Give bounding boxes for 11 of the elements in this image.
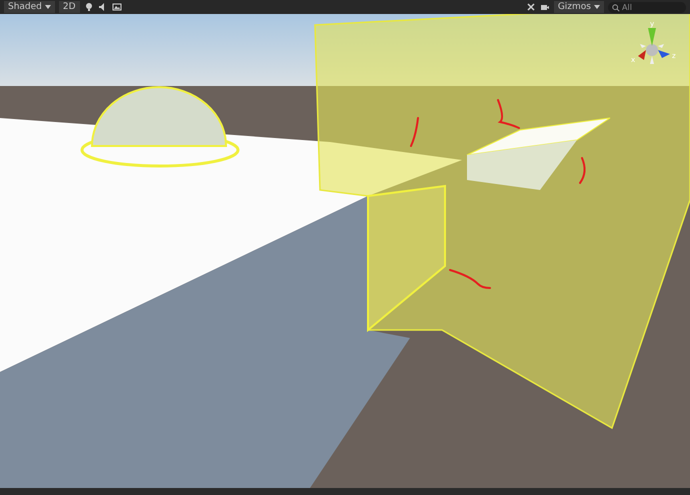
caret-icon	[594, 5, 600, 9]
image-icon[interactable]	[112, 2, 122, 12]
caret-icon	[44, 5, 51, 9]
camera-icon[interactable]	[540, 2, 550, 12]
axis-gizmo-drawing[interactable]	[638, 28, 670, 64]
2d-toggle[interactable]: 2D	[58, 1, 80, 13]
gizmos-dropdown[interactable]: Gizmos	[554, 1, 604, 13]
light-bulb-icon[interactable]	[84, 2, 94, 12]
search-icon	[612, 4, 620, 12]
draw-mode-dropdown[interactable]: Shaded	[4, 1, 55, 13]
search-field[interactable]: All	[608, 2, 686, 12]
